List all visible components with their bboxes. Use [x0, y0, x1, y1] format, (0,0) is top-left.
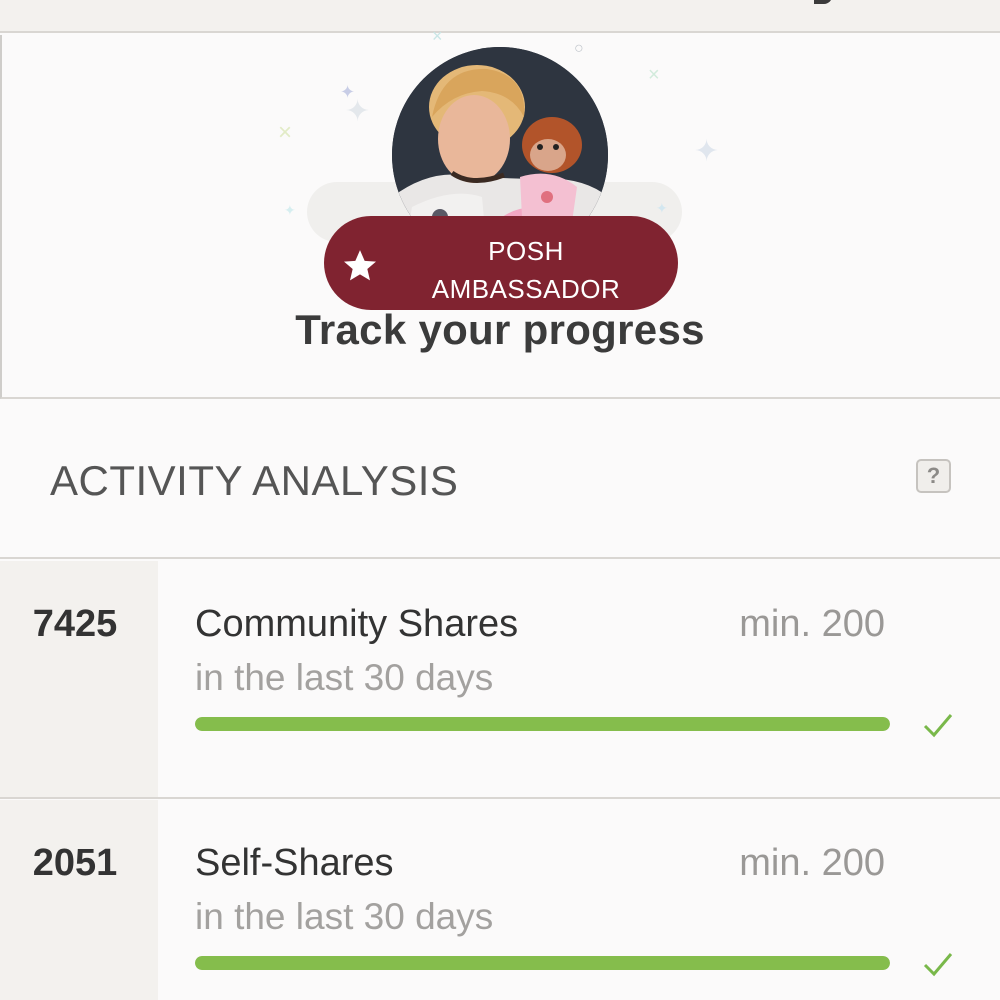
count-column: [0, 561, 158, 797]
top-bar-glyph-fragment: [814, 0, 832, 4]
section-title: ACTIVITY ANALYSIS: [50, 457, 459, 504]
progress-bar: [195, 717, 890, 731]
minimum-requirement: min. 200: [739, 842, 885, 884]
metric-period: in the last 30 days: [195, 657, 494, 698]
metric-period: in the last 30 days: [195, 896, 494, 937]
sparkle-icon: ×: [278, 119, 293, 146]
check-icon: [923, 953, 953, 977]
help-button[interactable]: ?: [916, 459, 951, 493]
activity-section-header: ACTIVITY ANALYSIS: [0, 401, 1000, 559]
count-column: [0, 800, 158, 1000]
share-count: 7425: [32, 603, 118, 645]
sparkle-icon: ×: [648, 64, 660, 86]
sparkle-icon: ✦: [284, 202, 296, 218]
ambassador-badge: POSH AMBASSADOR: [324, 216, 678, 310]
star-icon: [344, 250, 376, 281]
activity-row-self-shares: 2051 Self-Shares min. 200 in the last 30…: [0, 800, 1000, 1000]
sparkle-icon: ✦: [345, 95, 371, 128]
sparkle-icon: ✦: [656, 200, 668, 216]
top-bar: [0, 0, 1000, 33]
progress-fill: [195, 717, 890, 731]
progress-bar: [195, 956, 890, 970]
sparkle-icon: ✦: [694, 135, 720, 168]
sparkle-icon: ○: [574, 40, 584, 57]
metric-label: Self-Shares: [195, 842, 394, 884]
check-icon: [923, 714, 953, 738]
activity-row-community-shares: 7425 Community Shares min. 200 in the la…: [0, 561, 1000, 799]
badge-line-1: POSH: [488, 236, 564, 266]
page-title: Track your progress: [295, 306, 705, 353]
metric-label: Community Shares: [195, 603, 519, 645]
sparkle-icon: ×: [432, 26, 443, 46]
progress-fill: [195, 956, 890, 970]
badge-label: POSH AMBASSADOR: [404, 232, 648, 308]
badge-line-2: AMBASSADOR: [431, 274, 621, 304]
minimum-requirement: min. 200: [739, 603, 885, 645]
share-count: 2051: [32, 842, 118, 884]
